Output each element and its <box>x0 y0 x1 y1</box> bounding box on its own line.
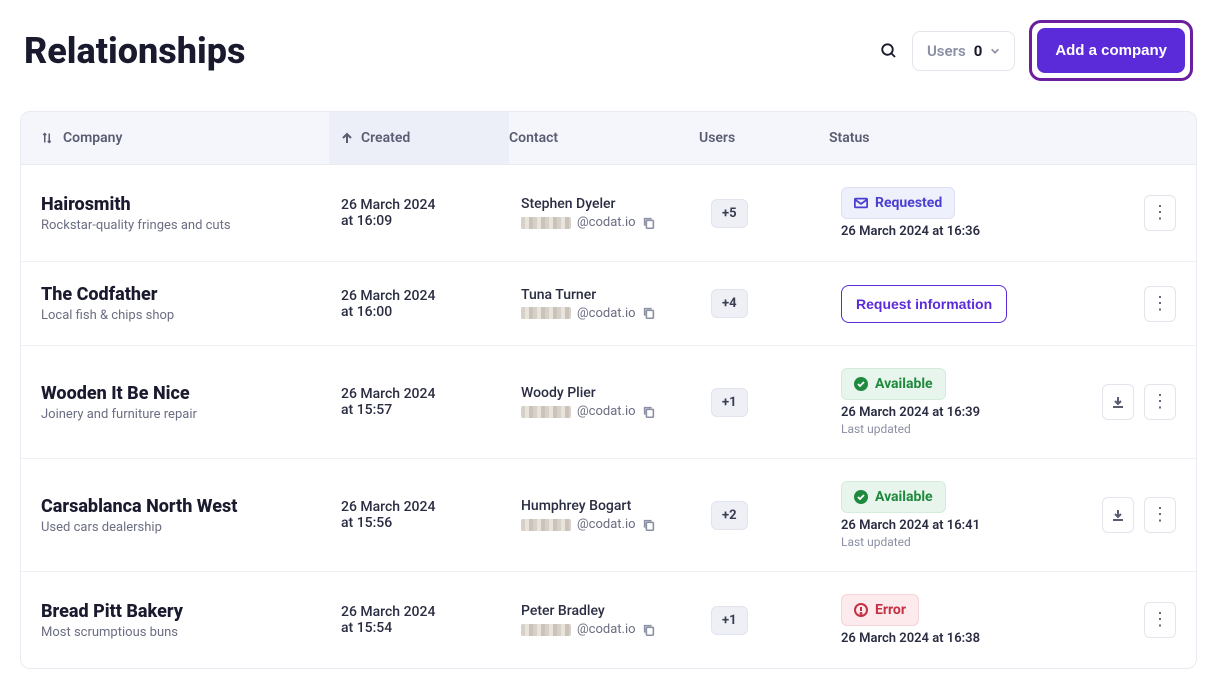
users-count-badge[interactable]: +4 <box>711 289 748 318</box>
download-button[interactable] <box>1102 384 1134 420</box>
users-count-badge[interactable]: +1 <box>711 388 748 417</box>
page-title: Relationships <box>24 30 245 72</box>
add-company-highlight: Add a company <box>1029 20 1193 81</box>
status-subtext: Last updated <box>841 535 1101 549</box>
status-timestamp: 26 March 2024 at 16:38 <box>841 631 1101 646</box>
created-date: 26 March 2024 <box>341 499 521 515</box>
column-header-users[interactable]: Users <box>699 130 829 146</box>
users-count-badge[interactable]: +2 <box>711 501 748 530</box>
users-count-badge[interactable]: +1 <box>711 606 748 635</box>
check-circle-icon <box>854 490 868 504</box>
vertical-dots-icon: ⋮ <box>1151 506 1169 524</box>
arrow-up-icon <box>341 132 353 144</box>
contact-name: Stephen Dyeler <box>521 196 711 212</box>
check-circle-icon <box>854 377 868 391</box>
add-company-button[interactable]: Add a company <box>1037 28 1185 73</box>
company-name[interactable]: Bread Pitt Bakery <box>41 601 341 622</box>
created-date: 26 March 2024 <box>341 288 521 304</box>
envelope-icon <box>854 196 868 210</box>
column-header-company[interactable]: Company <box>41 130 341 146</box>
created-time: at 15:57 <box>341 402 521 418</box>
copy-icon[interactable] <box>642 518 656 532</box>
company-name[interactable]: The Codfather <box>41 284 341 305</box>
company-description: Local fish & chips shop <box>41 308 341 323</box>
table-row: Bread Pitt Bakery Most scrumptious buns … <box>21 572 1196 668</box>
row-menu-button[interactable]: ⋮ <box>1144 497 1176 533</box>
search-icon[interactable] <box>880 42 898 60</box>
sort-icon <box>41 132 53 144</box>
company-description: Most scrumptious buns <box>41 625 341 640</box>
contact-email-domain: @codat.io <box>577 215 636 230</box>
created-date: 26 March 2024 <box>341 197 521 213</box>
status-timestamp: 26 March 2024 at 16:39 <box>841 405 1101 420</box>
created-time: at 16:09 <box>341 213 521 229</box>
contact-email-redacted <box>521 624 571 636</box>
contact-email-redacted <box>521 307 571 319</box>
contact-email-domain: @codat.io <box>577 306 636 321</box>
status-badge-requested: Requested <box>841 187 955 219</box>
created-date: 26 March 2024 <box>341 604 521 620</box>
status-timestamp: 26 March 2024 at 16:41 <box>841 518 1101 533</box>
contact-name: Tuna Turner <box>521 287 711 303</box>
copy-icon[interactable] <box>642 306 656 320</box>
page-header: Relationships Users 0 Add a company <box>20 20 1197 81</box>
chevron-down-icon <box>990 46 1000 56</box>
company-name[interactable]: Wooden It Be Nice <box>41 383 341 404</box>
row-menu-button[interactable]: ⋮ <box>1144 384 1176 420</box>
row-menu-button[interactable]: ⋮ <box>1144 286 1176 322</box>
column-header-status[interactable]: Status <box>829 130 1089 146</box>
copy-icon[interactable] <box>642 216 656 230</box>
contact-name: Woody Plier <box>521 385 711 401</box>
table-header: Company Created Contact Users Status <box>21 112 1196 165</box>
users-count-badge[interactable]: +5 <box>711 199 748 228</box>
error-circle-icon <box>854 603 868 617</box>
status-badge-available: Available <box>841 368 946 400</box>
table-row: Carsablanca North West Used cars dealers… <box>21 459 1196 572</box>
relationships-table: Company Created Contact Users Status Hai… <box>20 111 1197 669</box>
table-row: Hairosmith Rockstar-quality fringes and … <box>21 165 1196 262</box>
company-description: Joinery and furniture repair <box>41 407 341 422</box>
request-information-button[interactable]: Request information <box>841 285 1007 323</box>
contact-email-redacted <box>521 519 571 531</box>
company-name[interactable]: Carsablanca North West <box>41 496 341 517</box>
status-badge-available: Available <box>841 481 946 513</box>
download-icon <box>1111 508 1125 522</box>
contact-email-redacted <box>521 217 571 229</box>
contact-name: Peter Bradley <box>521 603 711 619</box>
status-subtext: Last updated <box>841 422 1101 436</box>
created-time: at 15:56 <box>341 515 521 531</box>
row-menu-button[interactable]: ⋮ <box>1144 195 1176 231</box>
company-description: Rockstar-quality fringes and cuts <box>41 218 341 233</box>
column-header-created[interactable]: Created <box>329 112 509 164</box>
company-name[interactable]: Hairosmith <box>41 194 341 215</box>
created-time: at 16:00 <box>341 304 521 320</box>
row-menu-button[interactable]: ⋮ <box>1144 602 1176 638</box>
copy-icon[interactable] <box>642 405 656 419</box>
copy-icon[interactable] <box>642 623 656 637</box>
status-timestamp: 26 March 2024 at 16:36 <box>841 224 1101 239</box>
vertical-dots-icon: ⋮ <box>1151 611 1169 629</box>
column-header-contact[interactable]: Contact <box>509 130 699 146</box>
users-filter-count: 0 <box>974 42 983 60</box>
users-filter-dropdown[interactable]: Users 0 <box>912 31 1015 71</box>
contact-email-domain: @codat.io <box>577 622 636 637</box>
header-actions: Users 0 Add a company <box>880 20 1193 81</box>
download-button[interactable] <box>1102 497 1134 533</box>
created-date: 26 March 2024 <box>341 386 521 402</box>
company-description: Used cars dealership <box>41 520 341 535</box>
table-row: The Codfather Local fish & chips shop 26… <box>21 262 1196 346</box>
status-badge-error: Error <box>841 594 919 626</box>
table-row: Wooden It Be Nice Joinery and furniture … <box>21 346 1196 459</box>
created-time: at 15:54 <box>341 620 521 636</box>
contact-email-domain: @codat.io <box>577 517 636 532</box>
vertical-dots-icon: ⋮ <box>1151 393 1169 411</box>
users-filter-label: Users <box>927 42 966 60</box>
vertical-dots-icon: ⋮ <box>1151 295 1169 313</box>
contact-email-redacted <box>521 406 571 418</box>
vertical-dots-icon: ⋮ <box>1151 204 1169 222</box>
contact-name: Humphrey Bogart <box>521 498 711 514</box>
contact-email-domain: @codat.io <box>577 404 636 419</box>
download-icon <box>1111 395 1125 409</box>
